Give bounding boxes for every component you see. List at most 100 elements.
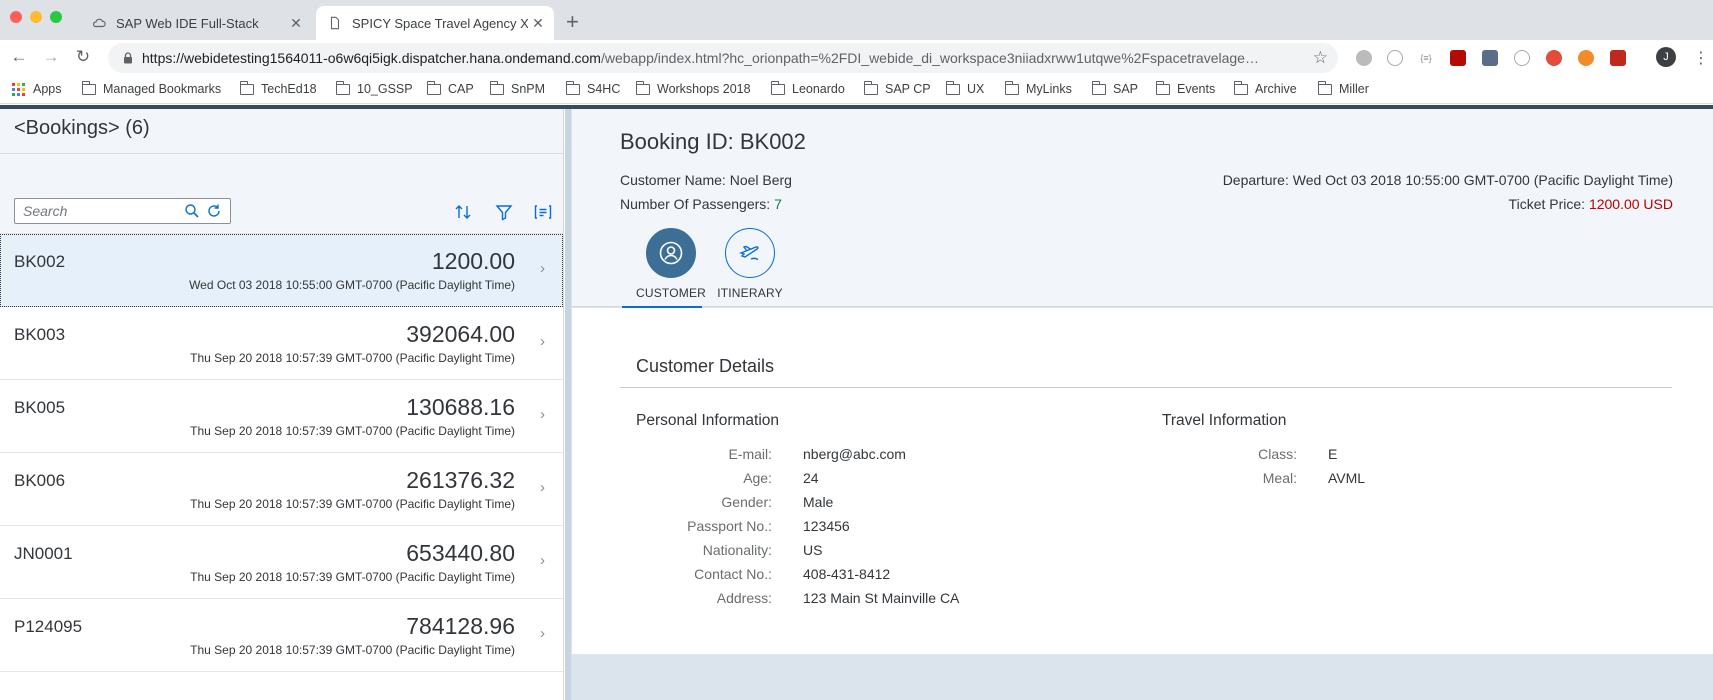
bookmark-folder[interactable]: SAP CP [864,80,931,96]
close-tab-icon[interactable]: ✕ [286,15,306,32]
booking-amount: 653440.80 [406,540,515,566]
search-placeholder: Search [23,203,68,219]
bookmark-folder[interactable]: CAP [427,80,474,96]
bookmark-folder[interactable]: Archive [1234,80,1297,96]
folder-icon [566,80,580,95]
folder-icon [1092,80,1106,95]
list-item-bk006[interactable]: BK006 261376.32 Thu Sep 20 2018 10:57:39… [0,453,563,526]
flash-extension-icon[interactable] [1610,50,1626,66]
chevron-right-icon: › [540,625,545,642]
profile-avatar[interactable]: J [1656,47,1676,67]
anchor-itinerary[interactable]: ITINERARY [695,228,805,300]
list-item-bk002[interactable]: BK002 1200.00 Wed Oct 03 2018 10:55:00 G… [0,234,563,307]
flight-icon [725,228,775,278]
bookmark-star-icon[interactable]: ☆ [1313,48,1328,68]
browser-tab-webide[interactable]: SAP Web IDE Full-Stack ✕ [80,6,312,40]
list-toolbar: Search [0,154,563,234]
splitter[interactable] [565,109,571,700]
bookmark-label: S4HC [587,82,621,96]
close-window-button[interactable] [10,11,22,23]
filter-icon[interactable] [494,202,514,222]
bookmark-label: MyLinks [1026,82,1072,96]
browser-tab-spicy[interactable]: SPICY Space Travel Agency XX ✕ [316,6,554,40]
list-item-p124095[interactable]: P124095 784128.96 Thu Sep 20 2018 10:57:… [0,599,563,672]
departure-value: Wed Oct 03 2018 10:55:00 GMT-0700 (Pacif… [1292,172,1673,188]
field-value: US [803,542,823,558]
new-tab-icon[interactable]: + [566,9,579,35]
travel-info-title: Travel Information [1162,412,1287,429]
list-item-jn0001[interactable]: JN0001 653440.80 Thu Sep 20 2018 10:57:3… [0,526,563,599]
close-tab-icon[interactable]: ✕ [528,15,548,32]
bookmark-label: Managed Bookmarks [103,82,222,96]
bookmark-folder[interactable]: UX [946,80,984,96]
extension-icon[interactable] [1356,50,1372,66]
extension-icon[interactable] [1546,50,1562,66]
maximize-window-button[interactable] [50,11,62,23]
folder-icon [1005,80,1019,95]
extension-icon[interactable]: {≡} [1418,50,1434,66]
field-value: 123456 [803,518,850,534]
field-label: Contact No.: [694,566,772,582]
reload-icon[interactable]: ↻ [72,47,94,67]
customer-icon [646,228,696,278]
chevron-right-icon: › [540,333,545,350]
booking-amount: 784128.96 [406,613,515,639]
group-icon[interactable] [533,202,553,222]
search-icon[interactable] [184,203,200,219]
list-item-bk003[interactable]: BK003 392064.00 Thu Sep 20 2018 10:57:39… [0,307,563,380]
browser-tab-bar: SAP Web IDE Full-Stack ✕ SPICY Space Tra… [0,0,1713,40]
lock-icon [124,52,132,64]
bookmark-folder[interactable]: 10_GSSP [336,80,413,96]
bookmark-folder[interactable]: S4HC [566,80,621,96]
booking-amount: 1200.00 [431,248,515,274]
bookmark-folder[interactable]: Miller [1318,80,1369,96]
field-value: E [1328,446,1338,462]
browser-menu-icon[interactable]: ⋮ [1693,48,1709,68]
bookmark-folder[interactable]: TechEd18 [240,80,317,96]
extension-icon[interactable] [1514,50,1530,66]
booking-id: BK003 [14,325,66,344]
booking-date: Thu Sep 20 2018 10:57:39 GMT-0700 (Pacif… [190,351,515,365]
back-icon[interactable]: ← [8,47,30,67]
folder-icon [240,80,254,95]
bookmark-folder[interactable]: SnPM [490,80,546,96]
bookmark-folder[interactable]: Managed Bookmarks [82,80,222,96]
extension-icon[interactable] [1482,50,1498,66]
field-label: Passport No.: [687,518,772,534]
folder-icon [636,80,650,95]
bookmark-label: SnPM [511,82,546,96]
master-title: <Bookings> (6) [0,109,563,154]
sort-icon[interactable] [453,202,473,222]
extension-icon[interactable] [1387,50,1403,66]
search-input[interactable]: Search [14,198,231,224]
booking-amount: 392064.00 [406,321,515,347]
address-bar[interactable]: https://webidetesting1564011-o6w6qi5igk.… [108,43,1338,73]
folder-icon [771,80,785,95]
customer-name-attribute: Customer Name: Noel Berg [620,172,792,188]
customer-name-label: Customer Name: [620,172,726,188]
list-item-bk005[interactable]: BK005 130688.16 Thu Sep 20 2018 10:57:39… [0,380,563,453]
bookmark-folder[interactable]: SAP [1092,80,1139,96]
minimize-window-button[interactable] [30,11,42,23]
booking-amount: 261376.32 [406,467,515,493]
tab-title: SPICY Space Travel Agency XX [352,15,528,31]
field-value: AVML [1328,470,1366,486]
booking-date: Thu Sep 20 2018 10:57:39 GMT-0700 (Pacif… [190,643,515,657]
bookmark-folder[interactable]: MyLinks [1005,80,1072,96]
refresh-icon[interactable] [206,203,222,219]
booking-date: Thu Sep 20 2018 10:57:39 GMT-0700 (Pacif… [190,424,515,438]
master-list-panel: <Bookings> (6) Search BK002 1200.00 Wed … [0,109,564,700]
booking-amount: 130688.16 [406,394,515,420]
pdf-extension-icon[interactable] [1450,50,1466,66]
bookmark-folder[interactable]: Events [1156,80,1215,96]
field-value: nberg@abc.com [803,446,906,462]
extension-icon[interactable] [1578,50,1594,66]
bookmark-label: SAP [1113,82,1139,96]
bookmark-folder[interactable]: Leonardo [771,80,845,96]
field-value: 24 [803,470,819,486]
departure-attribute: Departure: Wed Oct 03 2018 10:55:00 GMT-… [1223,172,1673,188]
bookmark-folder[interactable]: Workshops 2018 [636,80,751,96]
page-title: Booking ID: BK002 [620,129,806,154]
bookmark-apps[interactable]: Apps [12,82,62,96]
forward-icon[interactable]: → [40,47,62,67]
